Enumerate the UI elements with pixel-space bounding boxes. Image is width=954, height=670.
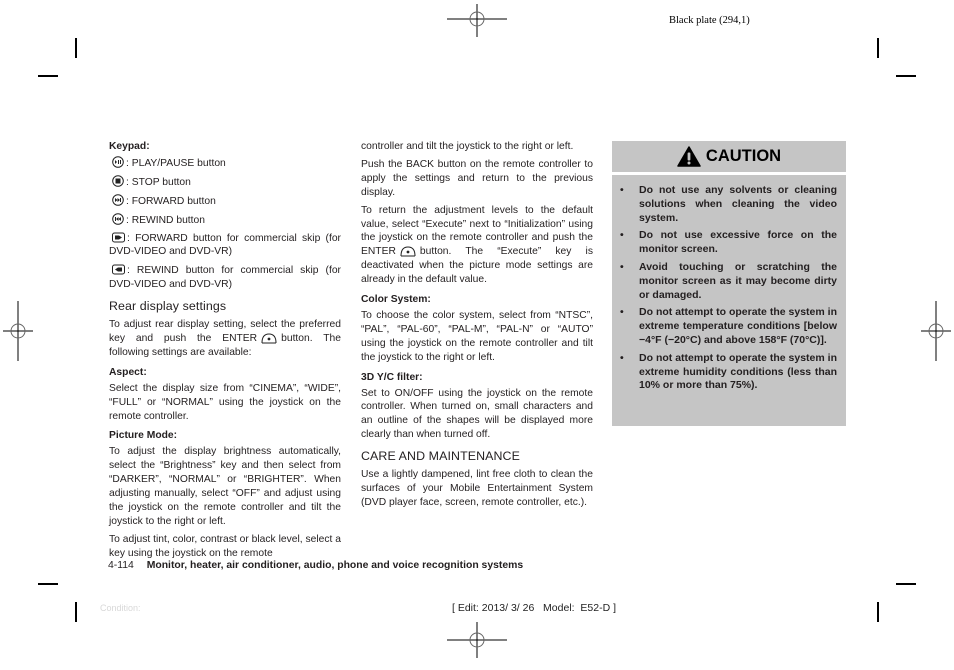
picture-mode-heading: Picture Mode: <box>109 430 178 442</box>
rewind-icon <box>112 212 124 225</box>
caution-item-text: Do not use excessive force on the monito… <box>639 229 837 256</box>
commercial-skip-rewind-icon <box>112 264 125 275</box>
aspect-text: Select the display size from “CINEMA”, “… <box>109 382 341 422</box>
plate-label: Black plate (294,1) <box>669 15 750 26</box>
bullet-icon: • <box>620 260 624 273</box>
crop-mark <box>38 583 58 585</box>
caution-item-text: Do not use any solvents or cleaning solu… <box>639 184 837 224</box>
crop-mark <box>896 583 916 585</box>
caution-divider <box>612 172 846 175</box>
caution-list: • Do not use any solvents or cleaning sol… <box>612 184 846 393</box>
color-system-text: To choose the color system, select from … <box>361 309 593 363</box>
caution-header: CAUTION <box>612 141 846 172</box>
bullet-icon: • <box>620 229 624 242</box>
caution-item: • Avoid touching or scratching the monito… <box>620 260 837 302</box>
forward-icon <box>112 193 124 206</box>
caution-item-text: Do not attempt to operate the system in … <box>639 351 837 392</box>
crop-mark <box>877 602 879 622</box>
rear-display-heading: Rear display settings <box>109 299 227 314</box>
care-heading: CARE AND MAINTENANCE <box>361 449 520 464</box>
page-number: 4-114 <box>108 560 134 571</box>
keypad-item: : REWIND button for commercial skip (for… <box>109 264 341 292</box>
enter-button-icon <box>261 333 277 344</box>
keypad-item: : REWIND button <box>109 212 341 228</box>
picture-mode-text: To adjust the display brightness automat… <box>109 446 341 527</box>
bullet-icon: • <box>620 351 624 364</box>
bullet-icon: • <box>620 184 624 196</box>
crop-mark <box>877 38 879 58</box>
caution-item: • Do not use any solvents or cleaning sol… <box>620 184 837 225</box>
edit-info: [ Edit: 2013/ 3/ 26 Model: E52-D ] <box>452 602 617 614</box>
page-footer: 4-114 Monitor, heater, air conditioner, … <box>108 560 523 571</box>
continued-text: controller and tilt the joystick to the … <box>361 141 574 152</box>
registration-mark-icon <box>447 622 507 658</box>
picture-mode-text: To adjust tint, color, contrast or black… <box>109 533 341 559</box>
crop-mark <box>896 75 916 77</box>
keypad-item-text: : FORWARD button <box>126 195 216 207</box>
keypad-item: : PLAY/PAUSE button <box>109 156 341 171</box>
condition-label: Condition: <box>100 603 141 613</box>
default-text: To return the adjustment levels to the d… <box>361 204 593 287</box>
keypad-item-text: : REWIND button for commercial skip (for… <box>109 265 341 291</box>
yc-filter-text: Set to ON/OFF using the joystick on the … <box>361 387 593 441</box>
back-text: Push the BACK button on the remote contr… <box>361 158 593 198</box>
caution-item: • Do not attempt to operate the system in… <box>620 351 837 393</box>
keypad-item-text: : REWIND button <box>126 214 205 226</box>
caution-item-text: Do not attempt to operate the system in … <box>639 306 837 346</box>
middle-column: controller and tilt the joystick to the … <box>361 140 593 514</box>
rear-display-text: To adjust rear display setting, select t… <box>109 318 341 360</box>
play-pause-icon <box>112 156 124 168</box>
registration-mark-icon <box>447 4 507 37</box>
keypad-heading: Keypad: <box>109 141 150 152</box>
commercial-skip-forward-icon <box>112 232 125 243</box>
keypad-item-text: : STOP button <box>126 176 191 188</box>
caution-item: • Do not use excessive force on the monit… <box>620 229 837 257</box>
crop-mark <box>75 602 77 622</box>
keypad-item-text: : PLAY/PAUSE button <box>126 157 226 169</box>
caution-item: • Do not attempt to operate the system in… <box>620 306 837 347</box>
keypad-item: : FORWARD button <box>109 193 341 209</box>
care-text: Use a lightly dampened, lint free cloth … <box>361 469 593 508</box>
caution-item-text: Avoid touching or scratching the monitor… <box>639 260 837 301</box>
stop-icon <box>112 175 124 187</box>
yc-filter-heading: 3D Y/C filter: <box>361 371 423 383</box>
keypad-item: : FORWARD button for commercial skip (fo… <box>109 232 341 260</box>
keypad-item: : STOP button <box>109 175 341 190</box>
enter-button-icon <box>400 246 416 257</box>
crop-mark <box>75 38 77 58</box>
crop-mark <box>38 75 58 77</box>
registration-mark-icon <box>3 301 33 361</box>
caution-box: CAUTION • Do not use any solvents or clea… <box>612 141 846 426</box>
aspect-heading: Aspect: <box>109 366 147 378</box>
registration-mark-icon <box>921 301 951 361</box>
caution-title: CAUTION <box>705 147 782 165</box>
warning-icon <box>677 146 701 167</box>
bullet-icon: • <box>620 306 624 319</box>
keypad-item-text: : FORWARD button for commercial skip (fo… <box>109 232 341 258</box>
left-column: Keypad: : PLAY/PAUSE button : STOP butto… <box>109 140 341 565</box>
color-system-heading: Color System: <box>361 294 431 306</box>
section-title: Monitor, heater, air conditioner, audio,… <box>146 560 524 571</box>
